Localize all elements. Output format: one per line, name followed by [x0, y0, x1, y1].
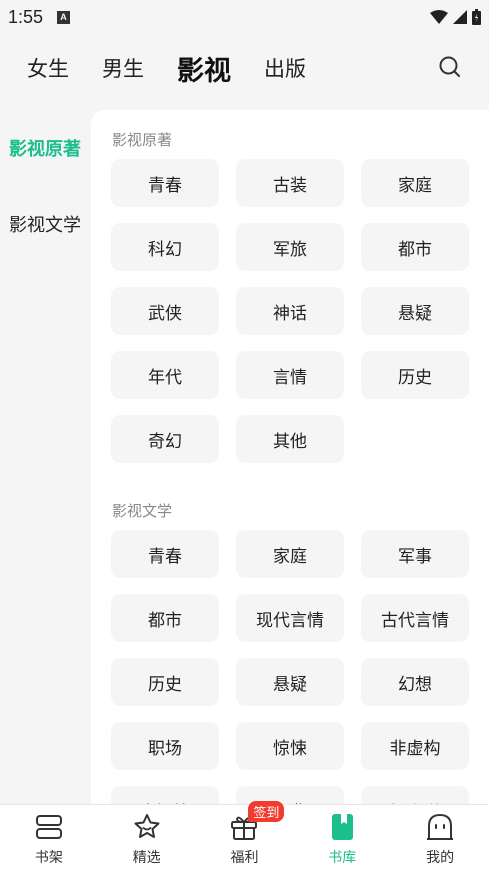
- library-icon: [332, 814, 354, 840]
- tag-chip[interactable]: 古代言情: [361, 594, 469, 642]
- tag-chip[interactable]: 历史: [111, 658, 219, 706]
- bottom-nav-profile[interactable]: 我的: [391, 805, 489, 869]
- tag-chip[interactable]: 青春: [111, 159, 219, 207]
- tag-chip[interactable]: 言情: [236, 351, 344, 399]
- tag-panel: 影视原著 青春 古装 家庭 科幻 军旅 都市 武侠 神话 悬疑 年代 言情 历史…: [91, 110, 489, 804]
- tag-chip[interactable]: 非虚构: [361, 722, 469, 770]
- tag-chip[interactable]: 都市: [111, 594, 219, 642]
- category-sidebar: 影视原著 影视文学: [0, 110, 91, 262]
- tab-female[interactable]: 女生: [27, 53, 69, 83]
- tag-chip[interactable]: 青春: [111, 530, 219, 578]
- sidebar-item-film-original[interactable]: 影视原著: [0, 110, 91, 186]
- section-title-film-literature: 影视文学: [112, 502, 173, 520]
- star-icon: [134, 814, 160, 838]
- notification-a-icon: A: [57, 10, 71, 24]
- tag-chip[interactable]: 幻想: [361, 658, 469, 706]
- tag-chip[interactable]: 中短篇: [111, 786, 219, 804]
- bottom-nav-welfare[interactable]: 签到 福利: [196, 801, 294, 869]
- tag-chip[interactable]: 都市: [361, 223, 469, 271]
- bottom-nav-bookshelf[interactable]: 书架: [0, 805, 98, 869]
- top-tab-bar: 女生 男生 影视 出版: [0, 40, 489, 96]
- profile-icon: [427, 813, 454, 840]
- tag-chip[interactable]: 年代: [111, 351, 219, 399]
- tab-male[interactable]: 男生: [102, 53, 144, 83]
- bottom-nav-label: 书库: [328, 850, 357, 866]
- wifi-icon: [430, 10, 448, 24]
- tag-chip[interactable]: 职场: [111, 722, 219, 770]
- tab-publish[interactable]: 出版: [264, 53, 306, 83]
- battery-icon: [472, 9, 481, 25]
- bookshelf-icon: [35, 815, 62, 839]
- bottom-nav-label: 书架: [34, 850, 63, 866]
- tag-chip[interactable]: 其他: [236, 415, 344, 463]
- bottom-nav: 书架 精选 签到 福利 书库 我的: [0, 801, 489, 869]
- sidebar-item-film-literature[interactable]: 影视文学: [0, 186, 91, 262]
- status-icons: [430, 9, 481, 25]
- tag-chip[interactable]: 军事: [361, 530, 469, 578]
- tag-chip[interactable]: 现代言情: [236, 594, 344, 642]
- tag-chip[interactable]: 惊悚: [236, 722, 344, 770]
- tag-grid-film-literature: 青春 家庭 军事 都市 现代言情 古代言情 历史 悬疑 幻想 职场 惊悚 非虚构…: [91, 530, 489, 804]
- tag-chip[interactable]: 悬疑: [236, 658, 344, 706]
- bottom-nav-label: 精选: [132, 850, 161, 866]
- tag-grid-film-original: 青春 古装 家庭 科幻 军旅 都市 武侠 神话 悬疑 年代 言情 历史 奇幻 其…: [91, 159, 489, 463]
- tag-chip[interactable]: 奇幻: [111, 415, 219, 463]
- status-bar: 1:55 A: [0, 0, 489, 34]
- checkin-badge: 签到: [248, 801, 285, 822]
- tag-chip[interactable]: 武侠: [111, 287, 219, 335]
- search-icon[interactable]: [437, 54, 463, 80]
- tag-chip[interactable]: 家庭: [361, 159, 469, 207]
- tag-chip[interactable]: 古装: [236, 159, 344, 207]
- tab-film[interactable]: 影视: [177, 49, 231, 88]
- bottom-nav-featured[interactable]: 精选: [98, 805, 196, 869]
- tag-chip[interactable]: 悬疑: [361, 287, 469, 335]
- tag-chip[interactable]: 家庭: [236, 530, 344, 578]
- signal-icon: [453, 10, 467, 24]
- bottom-nav-label: 福利: [230, 850, 259, 866]
- tag-chip[interactable]: 神话: [236, 287, 344, 335]
- status-time: 1:55: [8, 6, 44, 27]
- tag-chip[interactable]: 科幻: [111, 223, 219, 271]
- tag-chip[interactable]: 历史: [361, 351, 469, 399]
- bottom-nav-library[interactable]: 书库: [293, 805, 391, 869]
- tag-chip[interactable]: 军旅: [236, 223, 344, 271]
- tag-chip[interactable]: 轻小说: [361, 786, 469, 804]
- section-title-film-original: 影视原著: [112, 131, 173, 149]
- bottom-nav-label: 我的: [426, 850, 455, 866]
